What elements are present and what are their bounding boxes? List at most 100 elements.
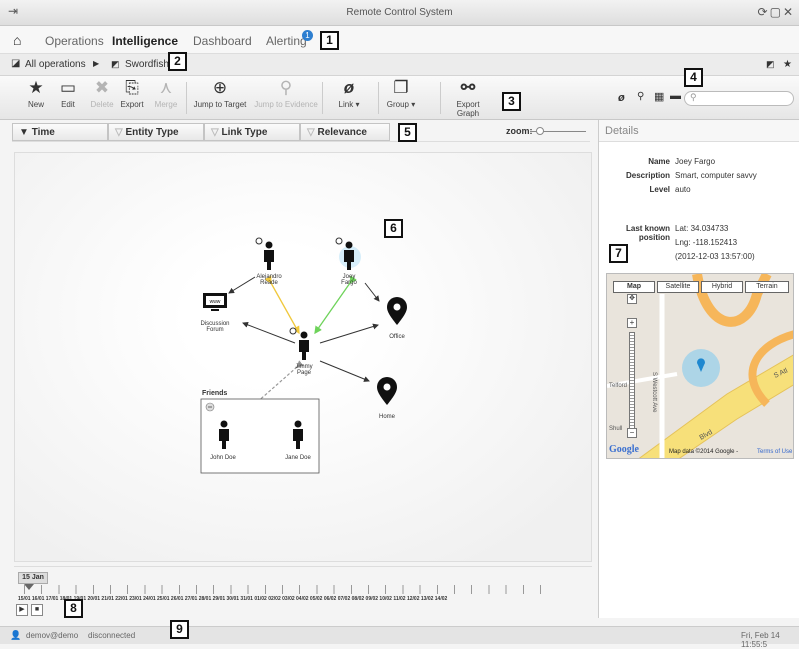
filter-icon: ▽ — [211, 127, 222, 138]
operation-view-icon[interactable]: ◩ — [766, 59, 775, 70]
filter-entity-type[interactable]: ▽ Entity Type — [108, 123, 204, 141]
breadcrumb-current[interactable]: Swordfish — [125, 59, 169, 70]
toolbar-divider — [322, 82, 323, 114]
node-office-label: Office — [389, 334, 405, 340]
link-alejandro-jimmy[interactable] — [264, 275, 300, 335]
grid-view-icon[interactable]: ▦ — [654, 90, 664, 103]
current-user: demov@demo — [26, 631, 79, 640]
nav-operations[interactable]: Operations — [45, 34, 104, 48]
home-icon[interactable]: ⌂ — [13, 32, 21, 48]
map-terms-link[interactable]: Terms of Use — [757, 449, 792, 455]
map-tab-map[interactable]: Map — [613, 281, 655, 293]
map-tab-hybrid[interactable]: Hybrid — [701, 281, 743, 293]
map-zoom-slider[interactable] — [629, 332, 635, 432]
node-alejandro[interactable]: AlejandroReade — [255, 237, 282, 286]
graph-canvas[interactable]: Friends Alejandro Reade Joey Fargo www Dis… — [14, 152, 592, 562]
jump-to-target-button[interactable]: ⊕ Jump to Target — [192, 78, 248, 109]
status-datetime: Fri, Feb 14 11:55:5 — [741, 631, 780, 649]
name-value: Joey Fargo — [675, 157, 716, 166]
map-tab-terrain[interactable]: Terrain — [745, 281, 789, 293]
link-filter-icon[interactable]: ø — [618, 92, 625, 104]
export-graph-button[interactable]: ⚯ Export Graph — [446, 78, 490, 118]
filter-bar: ▼ Time ▽ Entity Type ▽ Link Type ▽ Relev… — [12, 122, 590, 142]
window-controls[interactable]: ⟳▢✕ — [758, 5, 795, 19]
link-joey-jimmy[interactable] — [314, 275, 357, 335]
filter-relevance[interactable]: ▽ Relevance — [300, 123, 390, 141]
breadcrumb: ◪ All operations ▶ ◩ Swordfish ◩ ★ — [0, 54, 799, 76]
operation-icon: ◪ — [11, 58, 21, 69]
favorite-icon[interactable]: ★ — [783, 59, 792, 70]
search-input[interactable]: ⚲ — [684, 91, 794, 106]
list-view-icon[interactable]: ▬ — [670, 90, 681, 102]
node-jimmy-label2: Page — [297, 370, 312, 376]
location-pin-hole — [383, 383, 391, 391]
target-icon: ◩ — [111, 59, 120, 69]
link-jimmy-forum[interactable] — [242, 321, 296, 344]
zoom-slider-handle[interactable] — [536, 127, 544, 135]
person-icon — [294, 420, 302, 428]
export-button[interactable]: ⎘ Export — [118, 78, 146, 109]
group-button[interactable]: ❐ Group ▾ — [386, 78, 416, 109]
stop-button[interactable]: ■ — [31, 604, 43, 616]
node-home[interactable]: Home — [377, 377, 397, 420]
nav-intelligence[interactable]: Intelligence — [112, 34, 178, 48]
node-john-label: John Doe — [210, 455, 236, 461]
link-jimmy-home[interactable] — [319, 360, 370, 382]
zoom-out-icon[interactable]: − — [627, 428, 637, 438]
node-joey-expand-icon[interactable] — [335, 237, 343, 245]
timeline-dates: 15/01 16/01 17/01 18/01 19/01 20/01 21/0… — [18, 596, 448, 602]
position-filter-icon[interactable]: ⚲ — [637, 91, 644, 102]
export-icon: ⎘ — [125, 78, 139, 97]
search-icon: ⚲ — [279, 78, 293, 97]
group-dropdown-icon[interactable]: ▾ — [411, 100, 415, 109]
link-alejandro-forum[interactable] — [228, 276, 256, 294]
longitude-value: Lng: -118.152413 — [675, 238, 738, 247]
link-jimmy-office[interactable] — [319, 323, 379, 344]
title-bar: ⇥ Remote Control System ⟳▢✕ — [0, 0, 799, 26]
toolbar: ★ New ▭ Edit ✖ Delete ⎘ Export ⋏ Merge ⊕ Jump … — [0, 76, 799, 120]
filter-link-type[interactable]: ▽ Link Type — [204, 123, 300, 141]
timeline[interactable]: 15 Jan 15/01 16/01 17/01 18/01 19/01 20/… — [14, 566, 592, 618]
callout-6: 6 — [384, 219, 403, 238]
map-tab-satellite[interactable]: Satellite — [657, 281, 699, 293]
street-label-westcott: S Westcott Ave — [651, 372, 657, 413]
timeline-current-date[interactable]: 15 Jan — [18, 572, 48, 584]
street-label-shull: Shull — [609, 426, 622, 432]
edit-button[interactable]: ▭ Edit — [56, 78, 80, 109]
node-forum[interactable]: www DiscussionForum — [200, 293, 230, 333]
new-button[interactable]: ★ New — [24, 78, 48, 109]
play-button[interactable]: ▶ — [16, 604, 28, 616]
callout-5: 5 — [398, 123, 417, 142]
zoom-in-icon[interactable]: + — [627, 318, 637, 328]
callout-4: 4 — [684, 68, 703, 87]
node-joey[interactable]: JoeyFargo — [335, 237, 361, 286]
alert-count-badge: 1 — [302, 30, 313, 41]
street-label-telford: Telford — [609, 383, 627, 389]
user-icon: 👤 — [10, 630, 22, 640]
pan-control-icon[interactable]: ✥ — [627, 294, 637, 304]
link-dropdown-icon[interactable]: ▾ — [355, 100, 359, 109]
timeline-ticks — [24, 585, 556, 594]
node-alejandro-label2: Reade — [260, 280, 278, 286]
node-office[interactable]: Office — [387, 297, 407, 340]
link-joey-office[interactable] — [364, 282, 380, 302]
jump-to-evidence-button[interactable]: ⚲ Jump to Evidence — [254, 78, 318, 109]
callout-9: 9 — [170, 620, 189, 639]
export-graph-icon: ⚯ — [460, 78, 476, 97]
person-icon — [299, 340, 309, 360]
node-home-label: Home — [379, 414, 396, 420]
nav-alerting[interactable]: Alerting — [266, 34, 307, 48]
map-view[interactable]: S Westcott Ave Telford Shull Blvd S Atl … — [606, 273, 794, 459]
nav-dashboard[interactable]: Dashboard — [193, 34, 252, 48]
filter-icon: ▼ — [19, 127, 32, 138]
breadcrumb-all-operations[interactable]: All operations — [25, 59, 86, 70]
filter-time[interactable]: ▼ Time — [12, 123, 108, 141]
node-forum-label2: Forum — [206, 327, 223, 333]
node-jimmy-expand-icon[interactable] — [289, 327, 297, 335]
latitude-value: Lat: 34.034733 — [675, 224, 729, 233]
merge-button[interactable]: ⋏ Merge — [152, 78, 180, 109]
delete-button[interactable]: ✖ Delete — [88, 78, 116, 109]
node-alejandro-expand-icon[interactable] — [255, 237, 263, 245]
link-button[interactable]: ø Link ▾ — [334, 78, 364, 109]
node-jimmy[interactable]: JimmyPage — [289, 327, 313, 376]
